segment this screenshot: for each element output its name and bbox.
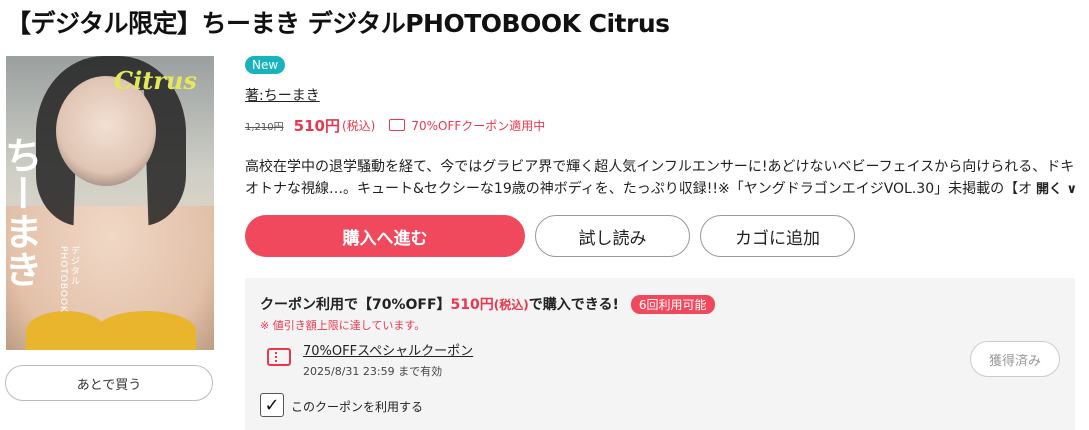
tax-label: (税込)	[341, 118, 376, 133]
purchase-button[interactable]: 購入へ進む	[245, 215, 525, 257]
price-row: 1,210円 510円 (税込) 70%OFFクーポン適用中	[245, 115, 545, 135]
author-link[interactable]: 著:ちーまき	[245, 85, 320, 105]
coupon-title-post: で購入できる!	[528, 297, 619, 313]
cover-name: ちーまき	[6, 136, 43, 288]
coupon-ticket-icon	[267, 348, 291, 366]
description-line-2: オトナな視線…。キュート&セクシーな19歳の神ボディを、たっぷり収録!!※「ヤン…	[245, 181, 1035, 197]
cover-subtitle: デジタルPHOTOBOOK	[58, 246, 79, 313]
original-price: 1,210円	[245, 121, 284, 133]
description: 高校在学中の退学騒動を経て、今ではグラビア界で輝く超人気インフルエンサーに!あど…	[245, 156, 1075, 207]
coupon-panel: クーポン利用で【70%OFF】 510円 (税込) で購入できる! 6回利用可能…	[245, 278, 1075, 430]
coupon-applied-note: 70%OFFクーポン適用中	[411, 118, 546, 133]
uses-available-badge: 6回利用可能	[630, 294, 715, 314]
discount-limit-note: ※ 値引き額上限に達しています。	[260, 319, 426, 332]
coupon-icon	[389, 119, 406, 131]
sale-price: 510円	[293, 116, 340, 135]
coupon-title-tax: (税込)	[493, 297, 529, 312]
cover-bikini-right	[96, 311, 196, 350]
cover-logo: Citrus	[114, 66, 197, 95]
page-title: 【デジタル限定】ちーまき デジタルPHOTOBOOK Citrus	[6, 9, 670, 38]
use-coupon-label[interactable]: このクーポンを利用する	[291, 398, 423, 415]
checkmark-icon: ✓	[264, 394, 280, 416]
trial-read-button[interactable]: 試し読み	[535, 215, 690, 257]
buy-later-button[interactable]: あとで買う	[5, 365, 213, 401]
expand-description-button[interactable]: 開く ∨	[1032, 178, 1078, 197]
description-line-1: 高校在学中の退学騒動を経て、今ではグラビア界で輝く超人気インフルエンサーに!あど…	[245, 159, 1075, 175]
add-to-cart-button[interactable]: カゴに追加	[700, 215, 855, 257]
new-badge: New	[245, 56, 286, 74]
coupon-panel-title: クーポン利用で【70%OFF】 510円 (税込) で購入できる! 6回利用可能	[260, 294, 715, 314]
acquired-button[interactable]: 獲得済み	[970, 341, 1060, 377]
coupon-title-price: 510円	[450, 297, 494, 313]
use-coupon-checkbox[interactable]: ✓	[260, 393, 284, 417]
coupon-validity: 2025/8/31 23:59 まで有効	[303, 365, 443, 378]
coupon-title-pre: クーポン利用で【70%OFF】	[260, 297, 451, 313]
coupon-name-link[interactable]: 70%OFFスペシャルクーポン	[303, 340, 473, 359]
cover-image[interactable]: Citrus ちーまき デジタルPHOTOBOOK	[6, 56, 214, 350]
